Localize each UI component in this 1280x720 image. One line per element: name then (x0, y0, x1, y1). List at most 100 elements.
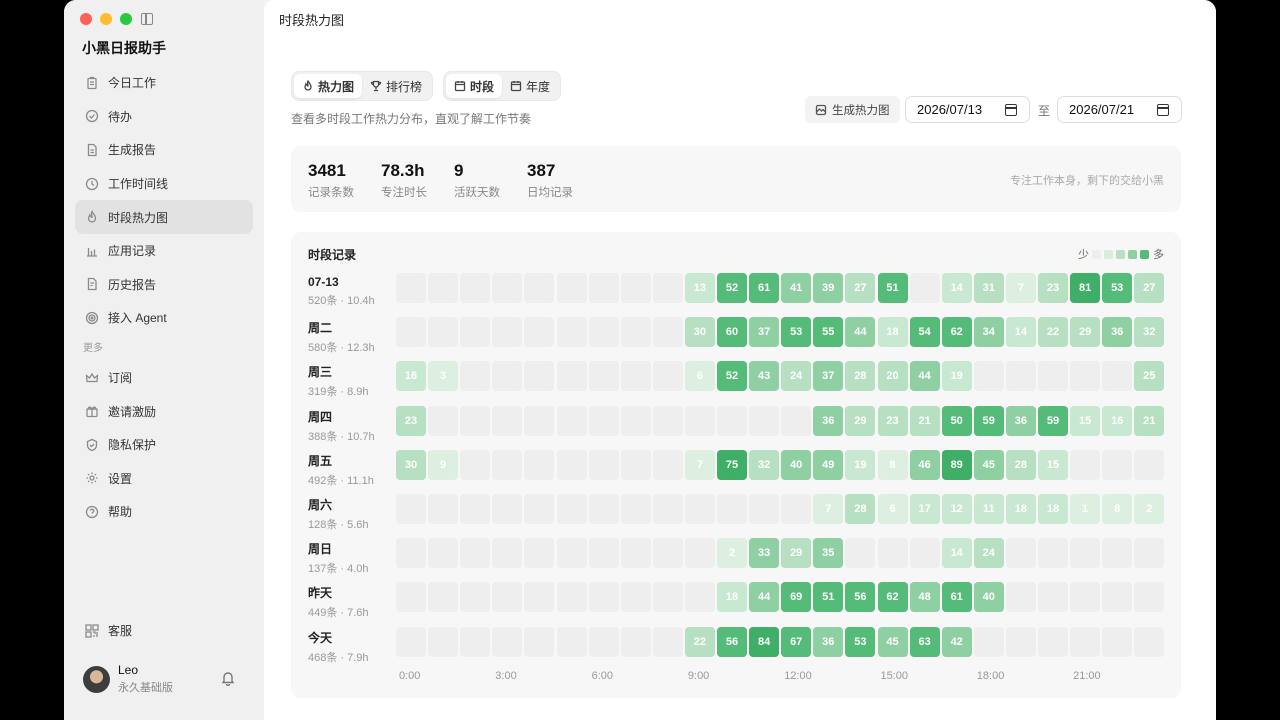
heatmap-cell[interactable] (428, 405, 459, 436)
heatmap-cell[interactable] (396, 317, 426, 348)
heatmap-cell[interactable]: 53 (1102, 273, 1133, 303)
heatmap-cell[interactable] (524, 582, 555, 613)
heatmap-cell[interactable]: 33 (749, 538, 780, 569)
heatmap-cell[interactable]: 29 (781, 538, 812, 569)
heatmap-cell[interactable] (1005, 582, 1036, 613)
heatmap-cell[interactable]: 31 (973, 273, 1004, 303)
sidebar-item-app-records[interactable]: 应用记录 (75, 234, 253, 268)
heatmap-cell[interactable] (652, 361, 683, 392)
heatmap-cell[interactable]: 37 (813, 361, 844, 392)
heatmap-cell[interactable]: 24 (973, 538, 1004, 569)
heatmap-cell[interactable] (1005, 361, 1036, 392)
heatmap-cell[interactable] (492, 317, 523, 348)
heatmap-cell[interactable]: 53 (781, 317, 812, 348)
heatmap-cell[interactable]: 89 (941, 449, 972, 480)
heatmap-cell[interactable]: 13 (684, 273, 715, 303)
heatmap-cell[interactable]: 34 (973, 317, 1004, 348)
heatmap-cell[interactable] (524, 361, 555, 392)
tab-ranking[interactable]: 排行榜 (362, 74, 430, 98)
heatmap-cell[interactable]: 14 (941, 538, 972, 569)
heatmap-cell[interactable] (1070, 582, 1101, 613)
heatmap-cell[interactable] (492, 538, 523, 569)
heatmap-cell[interactable] (556, 405, 587, 436)
heatmap-cell[interactable] (749, 405, 780, 436)
heatmap-cell[interactable] (1038, 626, 1068, 657)
heatmap-cell[interactable] (652, 538, 683, 569)
heatmap-cell[interactable] (909, 538, 940, 569)
heatmap-cell[interactable] (620, 626, 651, 657)
heatmap-cell[interactable] (396, 538, 426, 569)
sidebar-item-invite[interactable]: 邀请激励 (75, 394, 253, 428)
heatmap-cell[interactable]: 16 (1102, 405, 1133, 436)
heatmap-cell[interactable] (428, 273, 459, 303)
sidebar-item-privacy[interactable]: 隐私保护 (75, 428, 253, 462)
heatmap-cell[interactable]: 29 (845, 405, 876, 436)
heatmap-cell[interactable]: 29 (1070, 317, 1101, 348)
heatmap-cell[interactable] (588, 494, 619, 524)
sidebar-item-generate-report[interactable]: 生成报告 (75, 133, 253, 167)
heatmap-cell[interactable]: 21 (1134, 405, 1165, 436)
heatmap-cell[interactable] (428, 582, 459, 613)
heatmap-cell[interactable]: 69 (781, 582, 812, 613)
heatmap-cell[interactable]: 51 (877, 273, 908, 303)
heatmap-cell[interactable] (1102, 626, 1133, 657)
heatmap-cell[interactable] (749, 494, 780, 524)
heatmap-cell[interactable] (556, 361, 587, 392)
heatmap-cell[interactable] (492, 273, 523, 303)
heatmap-cell[interactable]: 37 (749, 317, 780, 348)
heatmap-cell[interactable] (620, 273, 651, 303)
heatmap-cell[interactable]: 44 (845, 317, 876, 348)
heatmap-cell[interactable] (460, 582, 491, 613)
heatmap-cell[interactable] (652, 494, 683, 524)
heatmap-cell[interactable] (460, 538, 491, 569)
heatmap-cell[interactable] (684, 538, 715, 569)
heatmap-cell[interactable] (1038, 582, 1068, 613)
heatmap-cell[interactable] (620, 361, 651, 392)
heatmap-cell[interactable] (588, 449, 619, 480)
heatmap-cell[interactable]: 53 (845, 626, 876, 657)
heatmap-cell[interactable]: 42 (941, 626, 972, 657)
heatmap-cell[interactable] (781, 405, 812, 436)
heatmap-cell[interactable] (524, 626, 555, 657)
heatmap-cell[interactable]: 6 (877, 494, 908, 524)
heatmap-cell[interactable]: 32 (749, 449, 780, 480)
heatmap-cell[interactable]: 28 (1005, 449, 1036, 480)
heatmap-cell[interactable]: 8 (877, 449, 908, 480)
heatmap-cell[interactable]: 32 (1134, 317, 1165, 348)
heatmap-cell[interactable] (1102, 582, 1133, 613)
heatmap-cell[interactable]: 25 (1134, 361, 1165, 392)
heatmap-cell[interactable] (1102, 361, 1133, 392)
heatmap-cell[interactable] (460, 626, 491, 657)
heatmap-cell[interactable] (492, 626, 523, 657)
user-profile[interactable]: Leo 永久基础版 (83, 663, 173, 695)
minimize-window-button[interactable] (100, 13, 112, 25)
heatmap-cell[interactable] (1005, 626, 1036, 657)
heatmap-cell[interactable] (556, 582, 587, 613)
zoom-window-button[interactable] (120, 13, 132, 25)
heatmap-cell[interactable]: 51 (813, 582, 844, 613)
heatmap-cell[interactable]: 23 (877, 405, 908, 436)
heatmap-cell[interactable] (652, 317, 683, 348)
heatmap-cell[interactable] (428, 626, 459, 657)
heatmap-cell[interactable]: 23 (1038, 273, 1068, 303)
heatmap-cell[interactable] (684, 405, 715, 436)
heatmap-cell[interactable]: 1 (1070, 494, 1101, 524)
heatmap-cell[interactable] (909, 273, 940, 303)
heatmap-cell[interactable] (588, 405, 619, 436)
heatmap-cell[interactable]: 84 (749, 626, 780, 657)
heatmap-cell[interactable]: 18 (1005, 494, 1036, 524)
heatmap-cell[interactable]: 2 (717, 538, 747, 569)
heatmap-cell[interactable]: 12 (941, 494, 972, 524)
heatmap-cell[interactable] (1134, 626, 1165, 657)
sidebar-item-timeline[interactable]: 工作时间线 (75, 167, 253, 201)
tab-yearly[interactable]: 年度 (502, 74, 558, 98)
heatmap-cell[interactable]: 48 (909, 582, 940, 613)
customer-service-button[interactable]: 客服 (85, 622, 132, 639)
heatmap-cell[interactable]: 60 (717, 317, 747, 348)
heatmap-cell[interactable]: 46 (909, 449, 940, 480)
heatmap-cell[interactable]: 36 (1005, 405, 1036, 436)
heatmap-cell[interactable]: 52 (717, 273, 747, 303)
sidebar-item-today-work[interactable]: 今日工作 (75, 66, 253, 100)
heatmap-cell[interactable]: 19 (941, 361, 972, 392)
heatmap-cell[interactable] (652, 405, 683, 436)
